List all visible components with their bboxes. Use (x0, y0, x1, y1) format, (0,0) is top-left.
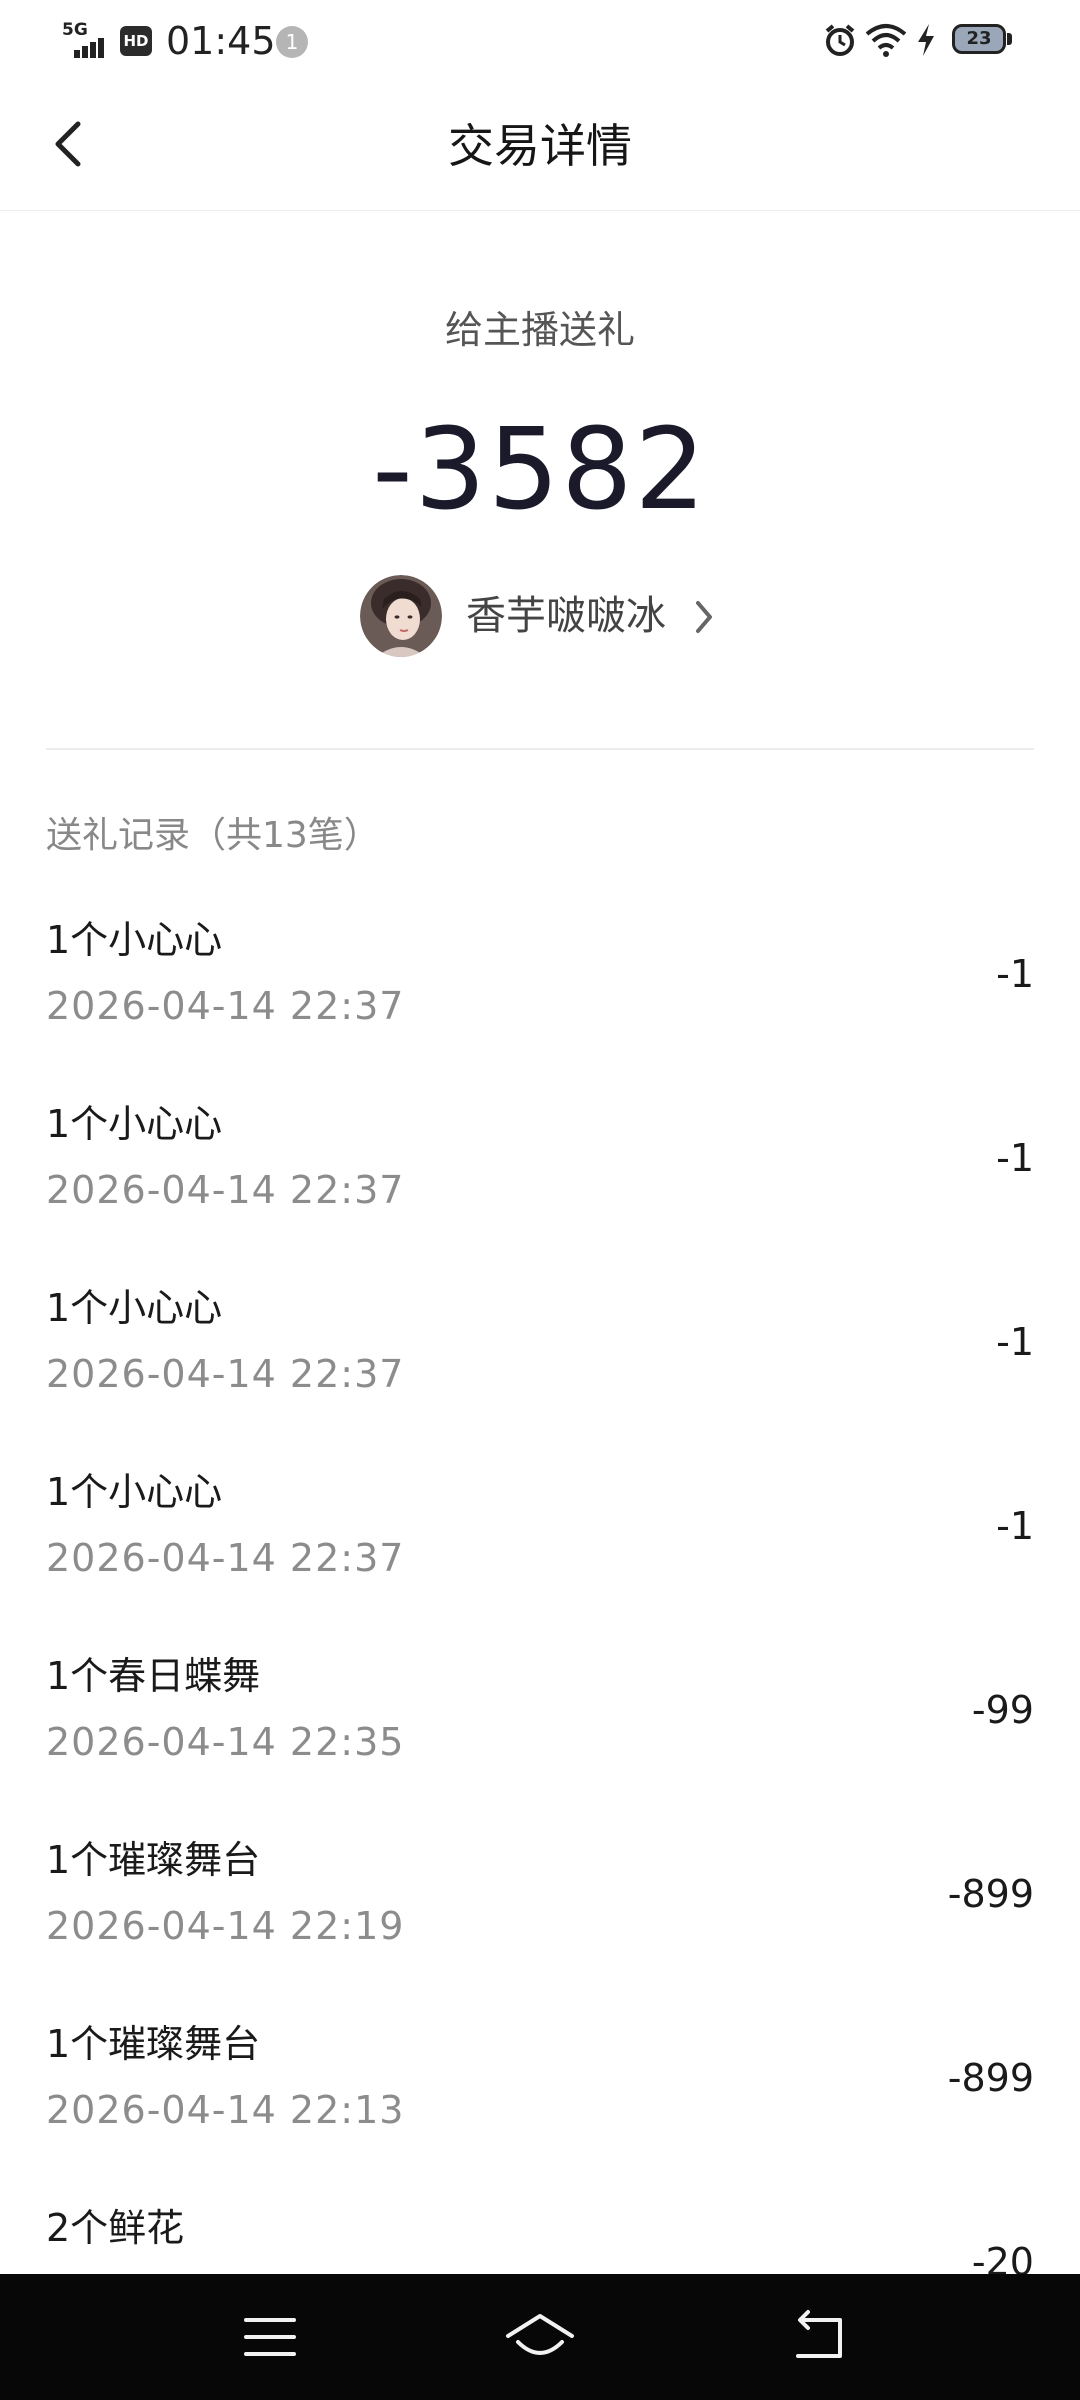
record-time: 2026-04-14 22:19 (46, 1904, 405, 1948)
record-time: 2026-04-14 22:13 (46, 2088, 405, 2132)
network-type: 5G (62, 20, 88, 40)
status-time: 01:45 (166, 19, 276, 63)
record-gift: 1个小心心 (46, 1286, 223, 1330)
transaction-type: 给主播送礼 (444, 308, 635, 352)
record-row[interactable]: 1个小心心 2026-04-14 22:37 -1 (0, 1464, 1080, 1648)
back-nav-button[interactable] (780, 2302, 860, 2372)
records-header: 送礼记录（共13笔） (46, 815, 380, 856)
charging-icon (918, 24, 934, 56)
record-gift: 1个春日蝶舞 (46, 1654, 261, 1698)
record-amount: -99 (971, 1688, 1034, 1732)
menu-button[interactable] (230, 2302, 310, 2372)
status-bar: 5G HD 01:45 1 23 (0, 0, 1080, 82)
record-gift: 1个小心心 (46, 918, 223, 962)
record-time: 2026-04-14 22:37 (46, 1352, 405, 1396)
record-gift: 1个璀璨舞台 (46, 1838, 261, 1882)
record-amount: -899 (947, 2056, 1034, 2100)
record-time: 2026-04-14 22:35 (46, 1720, 405, 1764)
home-button[interactable] (500, 2302, 580, 2372)
record-amount: -1 (996, 1136, 1034, 1180)
record-amount: -899 (947, 1872, 1034, 1916)
notification-count-badge: 1 (276, 26, 308, 58)
alarm-icon (825, 24, 855, 56)
record-gift: 1个小心心 (46, 1102, 223, 1146)
record-gift: 1个璀璨舞台 (46, 2022, 261, 2066)
record-gift: 2个鲜花 (46, 2206, 185, 2250)
transaction-amount: -3582 (372, 405, 708, 535)
chevron-right-icon (696, 601, 712, 633)
record-row[interactable]: 1个璀璨舞台 2026-04-14 22:13 -899 (0, 2016, 1080, 2200)
record-row[interactable]: 1个小心心 2026-04-14 22:37 -1 (0, 912, 1080, 1096)
battery-icon: 23 (952, 24, 1006, 54)
record-amount: -1 (996, 952, 1034, 996)
wifi-icon (865, 24, 907, 57)
battery-tip (1007, 33, 1012, 45)
hd-icon: HD (120, 26, 152, 56)
divider (46, 748, 1034, 750)
record-time: 2026-04-14 22:37 (46, 1536, 405, 1580)
record-amount: -1 (996, 1504, 1034, 1548)
record-row[interactable]: 1个春日蝶舞 2026-04-14 22:35 -99 (0, 1648, 1080, 1832)
record-row[interactable]: 1个小心心 2026-04-14 22:37 -1 (0, 1096, 1080, 1280)
back-icon (796, 2310, 842, 2358)
record-gift: 1个小心心 (46, 1470, 223, 1514)
record-row[interactable]: 1个小心心 2026-04-14 22:37 -1 (0, 1280, 1080, 1464)
record-time: 2026-04-14 22:37 (46, 1168, 405, 1212)
record-row[interactable]: 1个璀璨舞台 2026-04-14 22:19 -899 (0, 1832, 1080, 2016)
system-nav-bar (0, 2274, 1080, 2400)
menu-icon (244, 2318, 296, 2356)
avatar (360, 575, 442, 657)
home-icon (506, 2314, 574, 2355)
page-title: 交易详情 (448, 119, 632, 173)
record-amount: -1 (996, 1320, 1034, 1364)
recipient-name: 香芋啵啵冰 (466, 593, 666, 639)
nav-header: 交易详情 (0, 82, 1080, 211)
record-time: 2026-04-14 22:37 (46, 984, 405, 1028)
signal-icon: 5G (60, 20, 108, 60)
